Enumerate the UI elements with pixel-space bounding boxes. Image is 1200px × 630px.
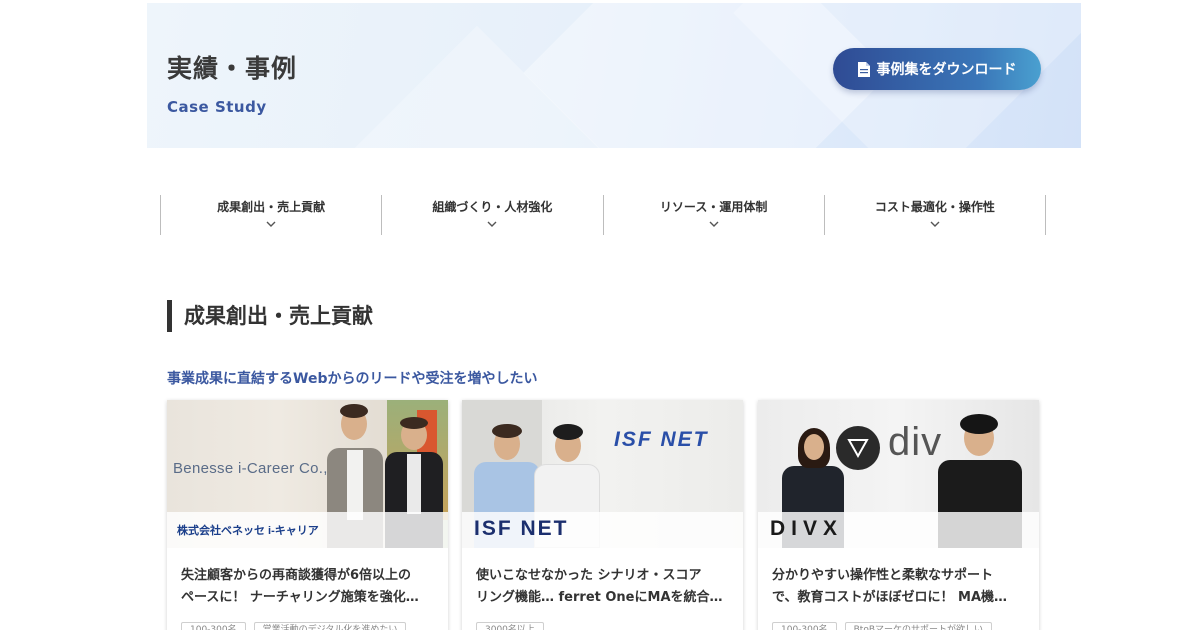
company-logo-bar: DIVX	[758, 512, 1039, 548]
chevron-down-icon	[930, 221, 940, 227]
case-study-photo: ISF NET ISF NET	[462, 400, 743, 548]
case-study-card-benesse[interactable]: Benesse i-Career Co., Ltd. 株式会社ベネッセ i-キャ…	[167, 400, 448, 630]
tag-badge[interactable]: 100-300名	[772, 622, 837, 630]
tag-badge[interactable]: 3000名以上	[476, 622, 544, 630]
case-study-card-isfnet[interactable]: ISF NET ISF NET 使いこなせなかった シナリオ・スコア リング機能…	[462, 400, 743, 630]
company-logo: ISF NET	[474, 517, 569, 540]
case-study-photo: Benesse i-Career Co., Ltd. 株式会社ベネッセ i-キャ…	[167, 400, 448, 548]
company-logo: DIVX	[770, 517, 844, 540]
summary-line: 分かりやすい操作性と柔軟なサポート	[772, 568, 994, 583]
page-header-banner: 実績・事例 Case Study 事例集をダウンロード	[147, 3, 1081, 148]
category-label: リソース・運用体制	[659, 200, 768, 214]
tag-badge[interactable]: 営業活動のデジタル化を進めたい	[253, 622, 407, 630]
company-logo-bar: 株式会社ベネッセ i-キャリア	[167, 512, 448, 548]
summary-line: 失注顧客からの再商談獲得が6倍以上の	[181, 568, 412, 583]
chevron-down-icon	[266, 221, 276, 227]
download-case-studies-button[interactable]: 事例集をダウンロード	[833, 48, 1041, 90]
category-nav: 成果創出・売上貢献 組織づくり・人材強化 リソース・運用体制 コスト最適化・操作…	[160, 195, 1046, 235]
summary-line: で、教育コストがほぼゼロに！ MA機…	[772, 590, 1008, 605]
wall-sign-text: ISF NET	[614, 428, 709, 451]
category-tab-sales[interactable]: 成果創出・売上貢献	[160, 195, 381, 235]
company-logo: 株式会社ベネッセ i-キャリア	[177, 525, 319, 537]
category-label: コスト最適化・操作性	[874, 200, 995, 214]
company-logo-bar: ISF NET	[462, 512, 743, 548]
case-study-summary: 使いこなせなかった シナリオ・スコア リング機能… ferret OneにMAを…	[462, 548, 743, 610]
category-label: 組織づくり・人材強化	[432, 200, 553, 214]
case-study-summary: 失注顧客からの再商談獲得が6倍以上の ペースに！ ナーチャリング施策を強化…	[167, 548, 448, 610]
tag-list: 100-300名 営業活動のデジタル化を進めたい	[181, 622, 407, 630]
section-title: 成果創出・売上貢献	[167, 300, 373, 332]
case-study-photo: div DIVX	[758, 400, 1039, 548]
download-button-label: 事例集をダウンロード	[876, 62, 1017, 78]
category-tab-organization[interactable]: 組織づくり・人材強化	[381, 195, 602, 235]
tag-list: 100-300名 BtoBマーケのサポートが欲しい	[772, 622, 992, 630]
category-tab-cost[interactable]: コスト最適化・操作性	[823, 195, 1046, 235]
category-label: 成果創出・売上貢献	[217, 200, 326, 214]
case-study-card-divx[interactable]: div DIVX 分かりやすい操作性と柔軟なサポート で、教育コストがほぼゼロに…	[758, 400, 1039, 630]
page-subtitle: Case Study	[167, 98, 267, 116]
document-icon	[857, 61, 870, 77]
tag-badge[interactable]: 100-300名	[181, 622, 246, 630]
wall-sign-text: div	[888, 420, 943, 464]
category-tab-resources[interactable]: リソース・運用体制	[602, 195, 824, 235]
case-study-summary: 分かりやすい操作性と柔軟なサポート で、教育コストがほぼゼロに！ MA機…	[758, 548, 1039, 610]
chevron-down-icon	[709, 221, 719, 227]
summary-line: ペースに！ ナーチャリング施策を強化…	[181, 590, 419, 605]
page-title: 実績・事例	[167, 54, 298, 83]
chevron-down-icon	[487, 221, 497, 227]
divx-mark-icon	[847, 439, 869, 459]
section-subtitle: 事業成果に直結するWebからのリードや受注を増やしたい	[167, 371, 538, 387]
tag-list: 3000名以上	[476, 622, 544, 630]
summary-line: 使いこなせなかった シナリオ・スコア	[476, 568, 702, 583]
tag-badge[interactable]: BtoBマーケのサポートが欲しい	[844, 622, 992, 630]
summary-line: リング機能… ferret OneにMAを統合…	[476, 590, 723, 605]
